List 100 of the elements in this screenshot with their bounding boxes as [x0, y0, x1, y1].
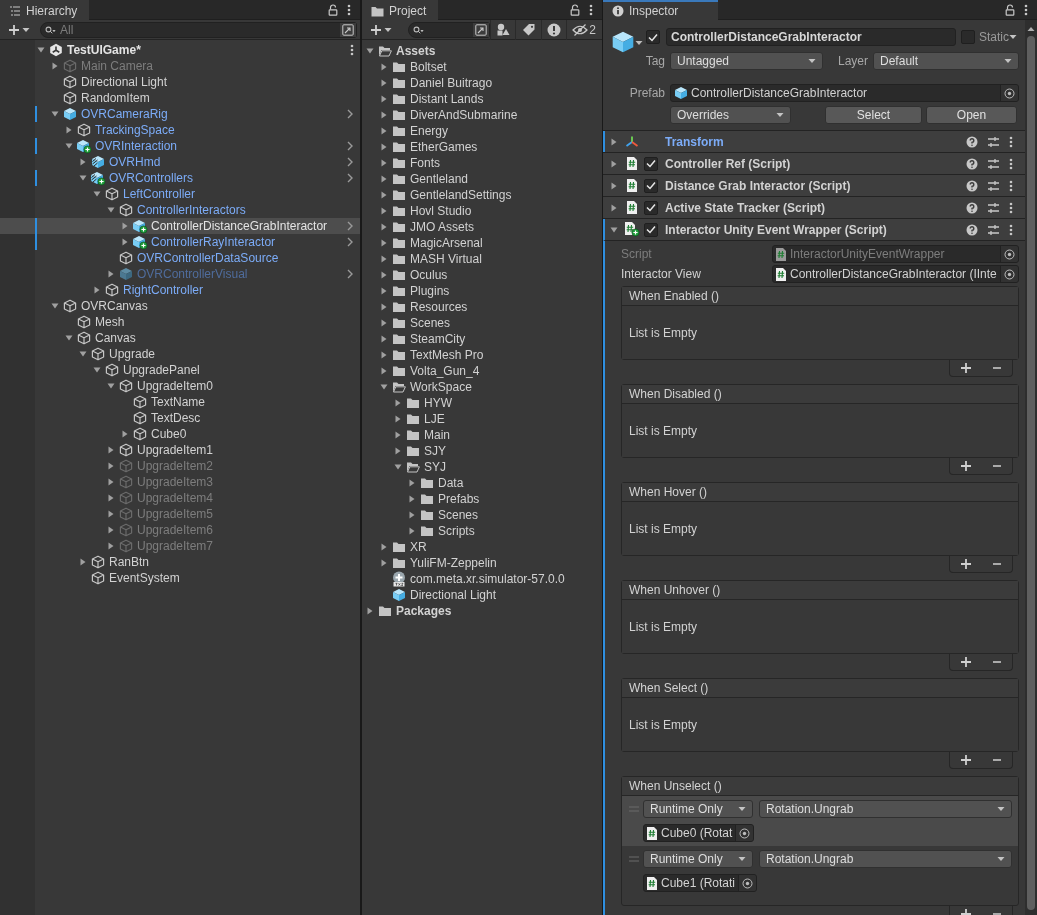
tree-item[interactable]: Directional Light — [81, 74, 168, 90]
lock-icon[interactable] — [570, 3, 580, 16]
tree-item[interactable]: Upgrade — [109, 346, 156, 362]
object-picker-icon[interactable] — [739, 827, 751, 839]
tree-item[interactable]: RanBtn — [109, 554, 150, 570]
more-options-icon[interactable] — [1009, 201, 1013, 214]
search-field[interactable]: All — [40, 21, 357, 38]
tree-item[interactable]: TextName — [151, 394, 206, 410]
tree-item[interactable]: OVRCameraRig — [81, 106, 168, 122]
tree-item[interactable]: TextDesc — [151, 410, 201, 426]
tree-item[interactable]: XR — [410, 539, 427, 555]
checkbox[interactable] — [961, 30, 975, 44]
tree-item[interactable]: RandomItem — [81, 90, 150, 106]
tree-item[interactable]: Distant Lands — [410, 91, 484, 107]
more-options-icon[interactable] — [589, 3, 593, 16]
tree-item[interactable]: Fonts — [410, 155, 440, 171]
more-options-icon[interactable] — [350, 44, 354, 56]
tree-item[interactable]: SteamCity — [410, 331, 466, 347]
tree-item[interactable]: OVRControllerDataSource — [137, 250, 279, 266]
object-picker-icon[interactable] — [1004, 268, 1015, 280]
more-options-icon[interactable] — [1009, 135, 1013, 148]
tab[interactable]: Inspector — [603, 0, 719, 20]
help-icon[interactable] — [966, 179, 978, 192]
tree-item[interactable]: Canvas — [95, 330, 136, 346]
component-header[interactable]: Transform — [603, 130, 1025, 152]
tree-item[interactable]: OVRControllers — [109, 170, 194, 186]
tree-item[interactable]: EtherGames — [410, 139, 478, 155]
tree-item[interactable]: Scenes — [438, 507, 479, 523]
component-header[interactable]: Distance Grab Interactor (Script) — [603, 174, 1025, 196]
tree-item[interactable]: WorkSpace — [410, 379, 472, 395]
static-dropdown-icon[interactable] — [1009, 34, 1017, 40]
chevron-right-icon[interactable] — [346, 237, 354, 247]
lock-icon[interactable] — [1005, 3, 1015, 16]
checkbox[interactable] — [644, 200, 658, 215]
hidden-packages-button[interactable]: 2 — [566, 19, 602, 40]
event-entry[interactable]: Runtime Only Rotation.Ungrab Cube0 (Rotat — [622, 796, 1018, 846]
shapes-filter-icon[interactable] — [496, 23, 511, 36]
more-options-icon[interactable] — [347, 3, 351, 16]
hidden-eye-icon[interactable] — [572, 23, 589, 36]
help-icon[interactable] — [966, 201, 978, 214]
function-dropdown[interactable]: Rotation.Ungrab — [759, 850, 1012, 868]
more-options-icon[interactable] — [1009, 157, 1013, 170]
add-button[interactable] — [960, 362, 972, 374]
chevron-right-icon[interactable] — [346, 157, 354, 167]
lock-icon[interactable] — [328, 3, 338, 16]
object-name-field[interactable]: ControllerDistanceGrabInteractor — [666, 28, 956, 46]
tree-item[interactable]: Cube0 — [151, 426, 187, 442]
presets-icon[interactable] — [987, 223, 1000, 236]
tree-item[interactable]: ControllerRayInteractor — [151, 234, 276, 250]
tab[interactable]: Project — [362, 0, 439, 20]
function-dropdown[interactable]: Rotation.Ungrab — [759, 800, 1012, 818]
component-header[interactable]: Controller Ref (Script) — [603, 152, 1025, 174]
more-options-icon[interactable] — [1009, 223, 1013, 236]
object-field[interactable]: ControllerDistanceGrabInteractor (IInte — [772, 265, 1019, 283]
tag-dropdown[interactable]: Untagged — [670, 52, 823, 70]
tree-item[interactable]: UpgradePanel — [123, 362, 200, 378]
select-button[interactable]: Select — [825, 106, 922, 124]
mode-dropdown[interactable]: Runtime Only — [643, 800, 753, 818]
tree-item[interactable]: YuliFM-Zeppelin — [410, 555, 497, 571]
tree-item[interactable]: Assets — [396, 43, 436, 59]
event-entry[interactable]: Runtime Only Rotation.Ungrab Cube1 (Rotati — [622, 846, 1018, 896]
chevron-right-icon[interactable] — [346, 221, 354, 231]
warning-icon[interactable] — [547, 22, 562, 37]
tree-item[interactable]: Scripts — [438, 523, 475, 539]
checkbox[interactable] — [644, 178, 658, 193]
tree-item[interactable]: Boltset — [410, 59, 447, 75]
tree-item[interactable]: EventSystem — [109, 570, 180, 586]
object-field[interactable]: Cube1 (Rotati — [643, 874, 758, 892]
chevron-right-icon[interactable] — [346, 141, 354, 151]
chevron-right-icon[interactable] — [346, 269, 354, 279]
tag-icon[interactable] — [521, 23, 536, 36]
tab[interactable]: Hierarchy — [0, 0, 90, 20]
scroll-up-icon[interactable] — [1027, 26, 1035, 32]
tree-item[interactable]: Data — [438, 475, 464, 491]
tree-item[interactable]: MagicArsenal — [410, 235, 483, 251]
tree-item[interactable]: Resources — [410, 299, 468, 315]
more-options-icon[interactable] — [1009, 179, 1013, 192]
drag-handle-icon[interactable] — [629, 856, 639, 862]
object-picker-icon[interactable] — [742, 877, 754, 889]
help-icon[interactable] — [966, 135, 978, 148]
tree-item[interactable]: OVRInteraction — [95, 138, 178, 154]
tree-item[interactable]: Oculus — [410, 267, 448, 283]
tree-item[interactable]: TestUIGame* — [67, 42, 141, 58]
selected-row[interactable]: ControllerDistanceGrabInteractor — [0, 218, 360, 234]
tree-item[interactable]: TrackingSpace — [95, 122, 175, 138]
add-button[interactable] — [960, 656, 972, 668]
help-icon[interactable] — [966, 223, 978, 236]
layer-dropdown[interactable]: Default — [873, 52, 1019, 70]
chevron-right-icon[interactable] — [346, 173, 354, 183]
tree-item[interactable]: Volta_Gun_4 — [410, 363, 480, 379]
help-icon[interactable] — [966, 157, 978, 170]
tree-item[interactable]: Hovl Studio — [410, 203, 472, 219]
tree-item[interactable]: com.meta.xr.simulator-57.0.0 — [410, 571, 565, 587]
mode-dropdown[interactable]: Runtime Only — [643, 850, 753, 868]
checkbox[interactable] — [646, 30, 660, 44]
tree-item[interactable]: HYW — [424, 395, 452, 411]
tree-item[interactable]: Daniel Buitrago — [410, 75, 493, 91]
prefab-field[interactable]: ControllerDistanceGrabInteractor — [670, 84, 1019, 102]
tree-item[interactable]: JMO Assets — [410, 219, 474, 235]
presets-icon[interactable] — [987, 157, 1000, 170]
